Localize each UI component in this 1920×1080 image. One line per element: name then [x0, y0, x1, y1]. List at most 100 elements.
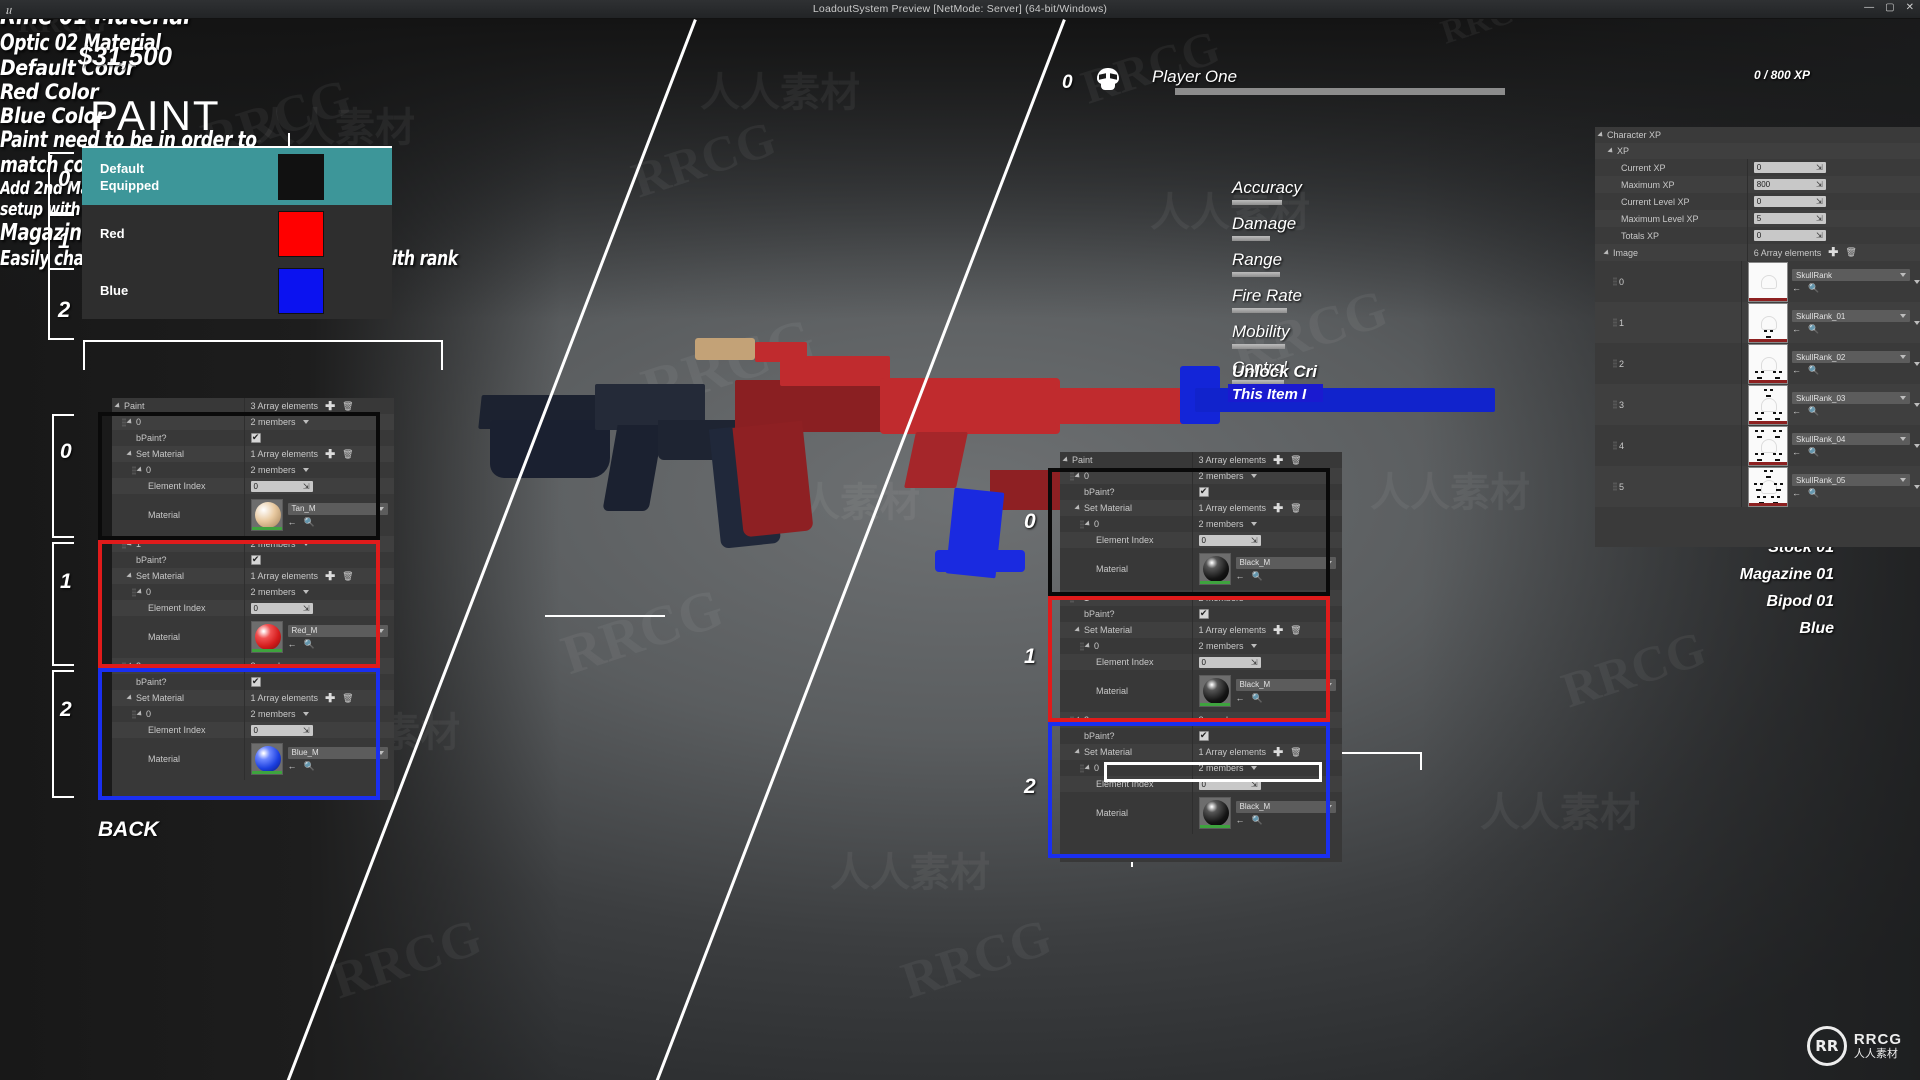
bpaint-row[interactable]: bPaint?	[112, 674, 394, 690]
chevron-down-icon[interactable]	[1250, 596, 1257, 600]
xp-field-row[interactable]: Maximum XP 800 ⇲	[1595, 176, 1920, 193]
expand-arrow-icon[interactable]	[114, 402, 122, 410]
expand-arrow-icon[interactable]	[126, 540, 134, 548]
expand-arrow-icon[interactable]	[1597, 131, 1605, 139]
chevron-down-icon[interactable]	[1250, 522, 1257, 526]
paint-array-header[interactable]: Paint 3 Array elements ✚ 🗑	[112, 398, 394, 414]
expand-arrow-icon[interactable]	[126, 450, 134, 458]
attachment-item-bipod[interactable]: Bipod 01	[1614, 593, 1834, 611]
plus-icon[interactable]: ✚	[1273, 454, 1283, 466]
chevron-down-icon[interactable]	[1250, 474, 1257, 478]
search-icon[interactable]: 🔍	[1808, 324, 1819, 335]
chevron-down-icon[interactable]	[302, 712, 309, 716]
totals-xp-input[interactable]: 0 ⇲	[1753, 230, 1826, 241]
element-index-row[interactable]: Element Index 0 ⇲	[1060, 776, 1342, 792]
chevron-down-icon[interactable]	[302, 468, 309, 472]
chevron-down-icon[interactable]	[1914, 443, 1920, 448]
material-thumbnail[interactable]	[250, 499, 283, 531]
material-dropdown[interactable]: Black_M	[1235, 556, 1336, 569]
plus-icon[interactable]: ✚	[1273, 624, 1283, 636]
expand-arrow-icon[interactable]	[126, 572, 134, 580]
plus-icon[interactable]: ✚	[1828, 246, 1838, 258]
magazine-paint-details-panel[interactable]: Paint 3 Array elements ✚ 🗑 0 2 members b…	[1060, 452, 1342, 862]
character-xp-panel[interactable]: Character XP XP Current XP 0 ⇲ Maximum XP…	[1595, 127, 1920, 547]
rank-thumbnail[interactable]	[1748, 466, 1788, 507]
search-icon[interactable]: 🔍	[304, 517, 315, 528]
paint-array-header[interactable]: Paint 3 Array elements ✚ 🗑	[1060, 452, 1342, 468]
chevron-down-icon[interactable]	[302, 420, 309, 424]
rank-asset-dropdown[interactable]: SkullRank_03	[1792, 392, 1910, 404]
image-array-header[interactable]: Image 6 Array elements ✚ 🗑	[1595, 244, 1920, 261]
paint-group-row[interactable]: 2 2 members	[112, 658, 394, 674]
trash-icon[interactable]: 🗑	[342, 449, 353, 460]
expand-arrow-icon[interactable]	[1074, 716, 1082, 724]
chevron-down-icon[interactable]	[1250, 766, 1257, 770]
set-material-row[interactable]: Set Material 1 Array elements ✚ 🗑	[1060, 500, 1342, 516]
rank-asset-dropdown[interactable]: SkullRank_01	[1792, 310, 1910, 322]
sub-group-row[interactable]: 0 2 members	[1060, 760, 1342, 776]
close-button[interactable]: ✕	[1906, 2, 1914, 14]
material-dropdown[interactable]: Tan_M	[287, 502, 388, 515]
plus-icon[interactable]: ✚	[325, 692, 335, 704]
material-dropdown[interactable]: Blue_M	[287, 746, 388, 759]
rank-element-row[interactable]: 4 SkullRank_04 ← 🔍	[1595, 425, 1920, 466]
trash-icon[interactable]: 🗑	[1845, 247, 1856, 258]
material-row[interactable]: Material Black_M ← 🔍	[1060, 670, 1342, 712]
element-index-row[interactable]: Element Index 0 ⇲	[112, 722, 394, 738]
material-row[interactable]: Material Red_M ← 🔍	[112, 616, 394, 658]
search-icon[interactable]: 🔍	[304, 639, 315, 650]
material-dropdown[interactable]: Black_M	[1235, 678, 1336, 691]
expand-arrow-icon[interactable]	[126, 694, 134, 702]
search-icon[interactable]: 🔍	[1808, 283, 1819, 294]
material-thumbnail[interactable]	[250, 743, 283, 775]
material-dropdown[interactable]: Red_M	[287, 624, 388, 637]
plus-icon[interactable]: ✚	[325, 448, 335, 460]
back-arrow-icon[interactable]: ←	[288, 761, 297, 772]
expand-arrow-icon[interactable]	[1074, 626, 1082, 634]
paint-option-list[interactable]: Default Equipped Red Blue	[82, 148, 392, 319]
set-material-row[interactable]: Set Material 1 Array elements ✚ 🗑	[1060, 744, 1342, 760]
expand-arrow-icon[interactable]	[1603, 248, 1611, 257]
chevron-down-icon[interactable]	[1914, 402, 1920, 407]
rank-thumbnail[interactable]	[1748, 425, 1788, 466]
bpaint-checkbox[interactable]	[1198, 486, 1209, 497]
back-arrow-icon[interactable]: ←	[1792, 324, 1801, 335]
sub-group-row[interactable]: 0 2 members	[112, 584, 394, 600]
bpaint-checkbox[interactable]	[1198, 608, 1209, 619]
trash-icon[interactable]: 🗑	[1290, 747, 1301, 758]
plus-icon[interactable]: ✚	[1273, 746, 1283, 758]
xp-field-row[interactable]: Current XP 0 ⇲	[1595, 159, 1920, 176]
search-icon[interactable]: 🔍	[304, 761, 315, 772]
paint-list-item[interactable]: Blue	[82, 262, 392, 319]
back-arrow-icon[interactable]: ←	[1236, 815, 1245, 826]
element-index-row[interactable]: Element Index 0 ⇲	[112, 600, 394, 616]
back-arrow-icon[interactable]: ←	[288, 639, 297, 650]
material-dropdown[interactable]: Black_M	[1235, 800, 1336, 813]
material-row[interactable]: Material Black_M ← 🔍	[1060, 792, 1342, 834]
bpaint-checkbox[interactable]	[250, 432, 261, 443]
expand-arrow-icon[interactable]	[1084, 764, 1092, 772]
xp-field-row[interactable]: Maximum Level XP 5 ⇲	[1595, 210, 1920, 227]
expand-arrow-icon[interactable]	[136, 710, 144, 718]
rank-element-row[interactable]: 1 SkullRank_01 ← 🔍	[1595, 302, 1920, 343]
bpaint-row[interactable]: bPaint?	[112, 552, 394, 568]
character-xp-root-row[interactable]: Character XP	[1595, 127, 1920, 143]
rank-element-row[interactable]: 2 SkullRank_02 ← 🔍	[1595, 343, 1920, 384]
material-thumbnail[interactable]	[1198, 553, 1231, 585]
bpaint-checkbox[interactable]	[1198, 730, 1209, 741]
element-index-input[interactable]: 0 ⇲	[250, 480, 313, 492]
expand-arrow-icon[interactable]	[1062, 456, 1070, 464]
back-arrow-icon[interactable]: ←	[1792, 365, 1801, 376]
chevron-down-icon[interactable]	[1250, 718, 1257, 722]
maximize-button[interactable]: ▢	[1885, 2, 1894, 14]
optic-paint-details-panel[interactable]: Paint 3 Array elements ✚ 🗑 0 2 members b…	[112, 398, 394, 800]
material-thumbnail[interactable]	[250, 621, 283, 653]
element-index-input[interactable]: 0 ⇲	[250, 724, 313, 736]
rank-asset-dropdown[interactable]: SkullRank	[1792, 269, 1910, 281]
set-material-row[interactable]: Set Material 1 Array elements ✚ 🗑	[112, 568, 394, 584]
set-material-row[interactable]: Set Material 1 Array elements ✚ 🗑	[112, 446, 394, 462]
expand-arrow-icon[interactable]	[1084, 520, 1092, 528]
element-index-input[interactable]: 0 ⇲	[1198, 656, 1261, 668]
sub-group-row[interactable]: 0 2 members	[1060, 638, 1342, 654]
trash-icon[interactable]: 🗑	[1290, 625, 1301, 636]
